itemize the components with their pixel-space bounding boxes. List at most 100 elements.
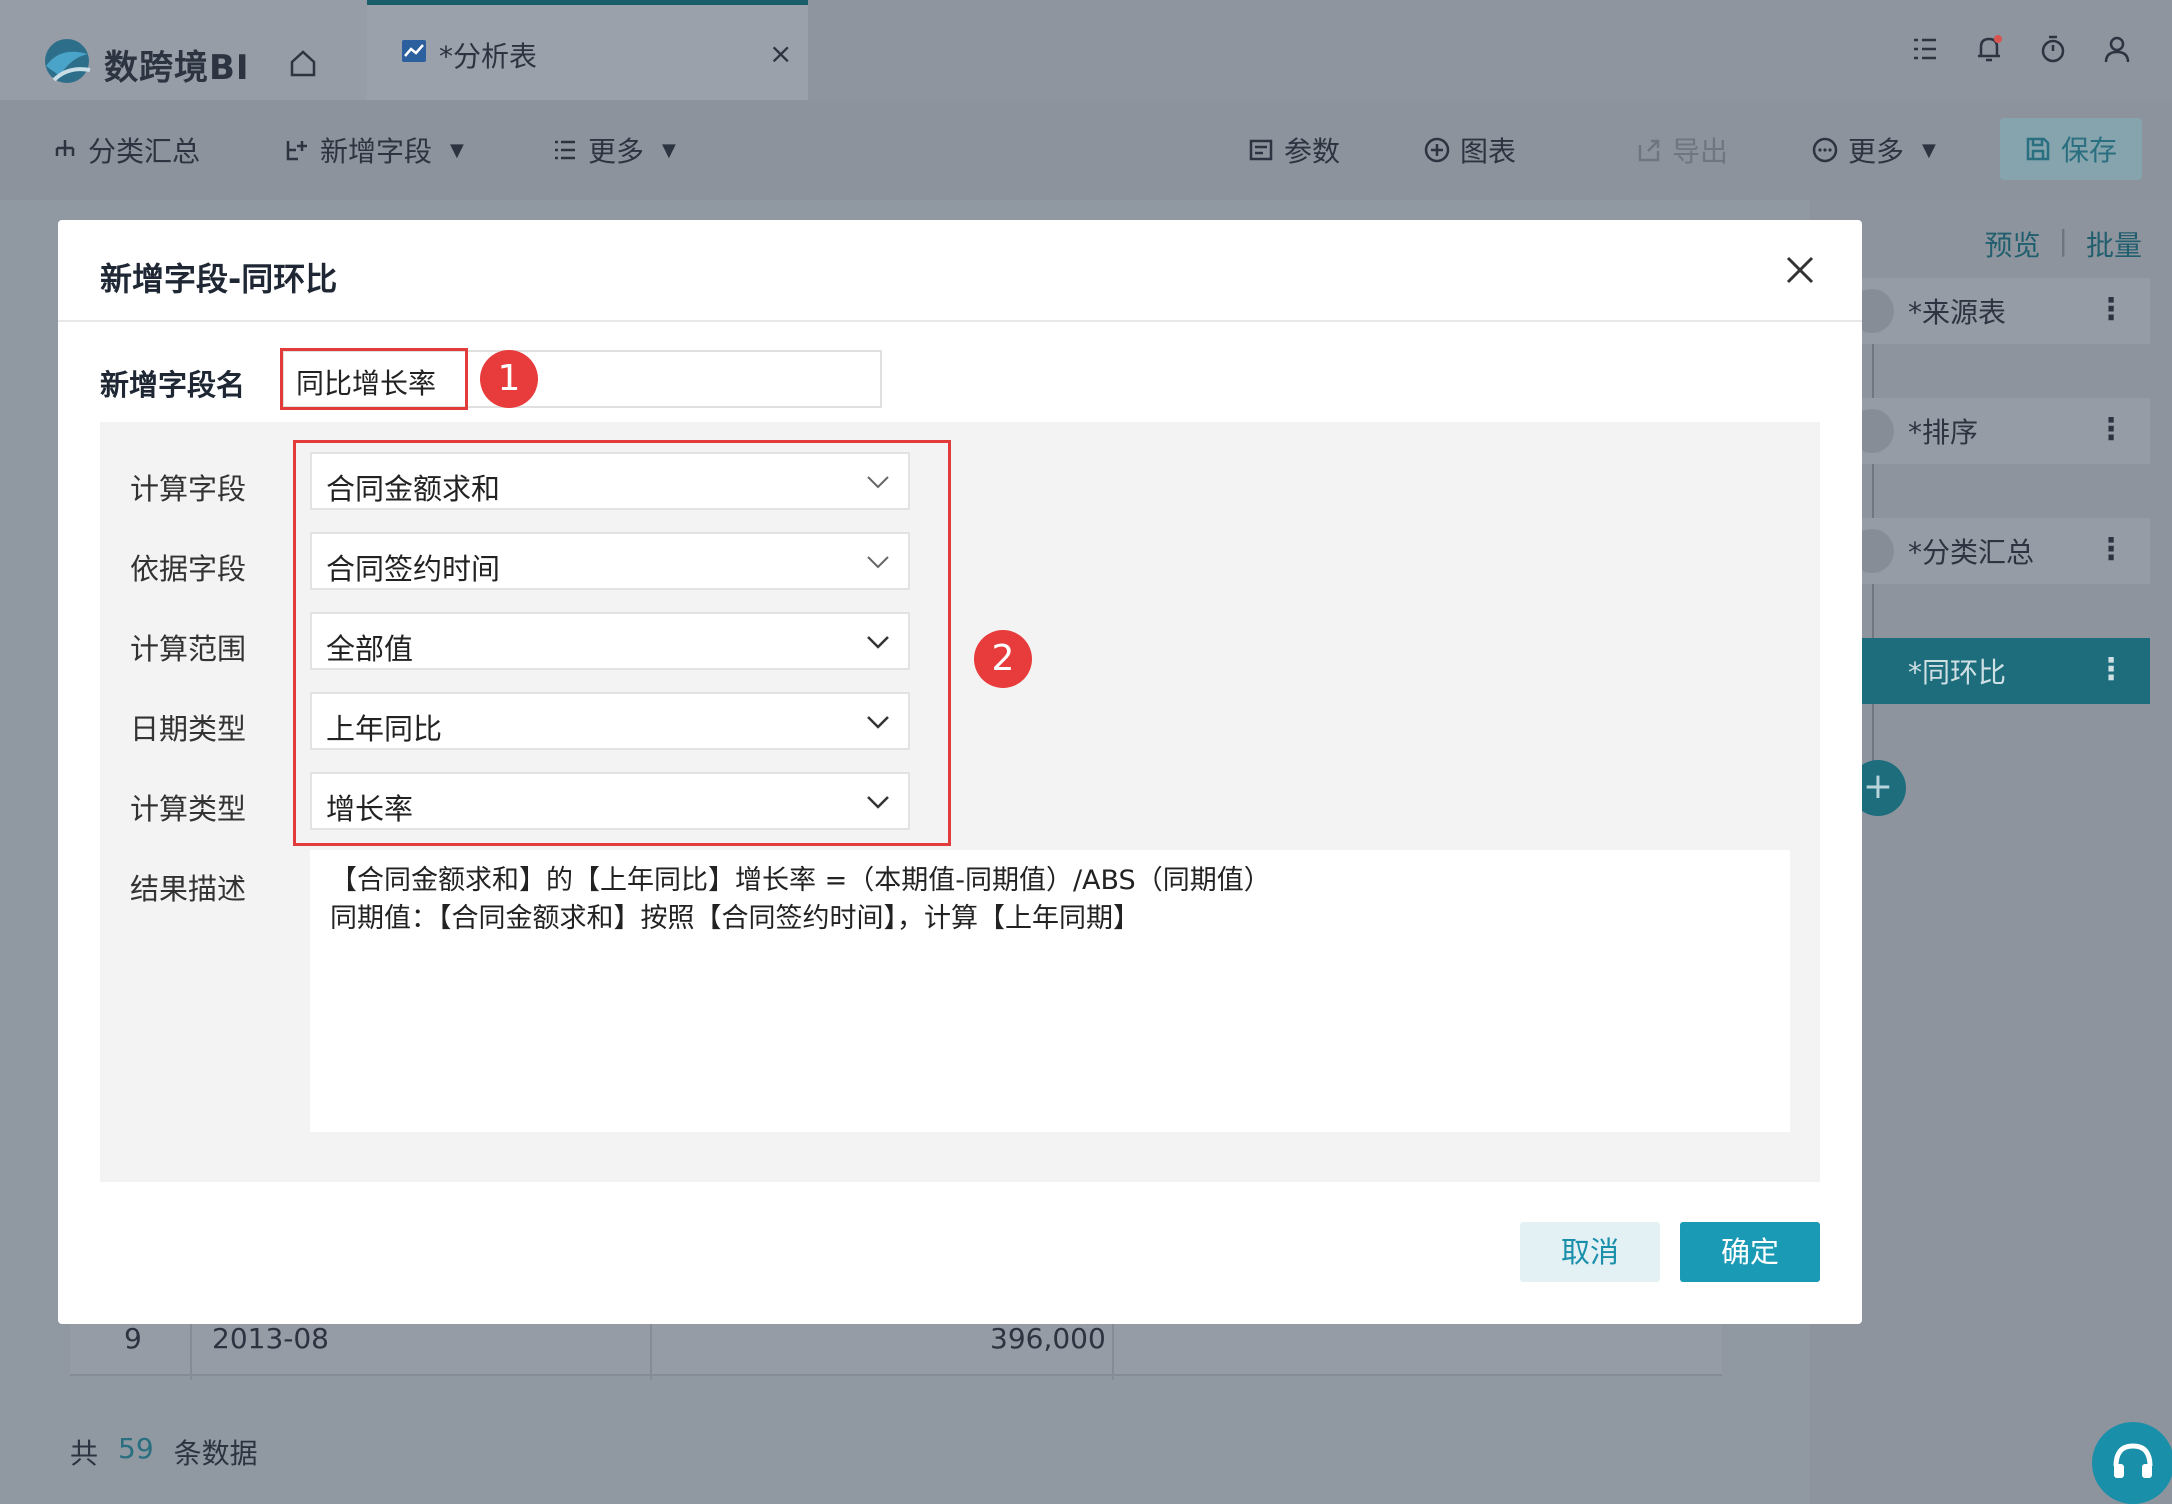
hierarchy-icon [55, 140, 75, 156]
count-suffix: 条数据 [173, 1437, 258, 1470]
flow-node-label: *来源表 [1908, 296, 2007, 329]
row-index: 9 [124, 1322, 142, 1355]
record-count: 共 59 条数据 [70, 1432, 258, 1472]
param-button[interactable]: 参数 [1248, 128, 1340, 172]
home-icon[interactable] [288, 48, 318, 78]
kebab-menu-icon[interactable]: ⋮ [2096, 412, 2126, 447]
date-type-label: 日期类型 [130, 712, 247, 746]
calc-field-label: 计算字段 [130, 472, 247, 506]
calc-range-label: 计算范围 [130, 632, 247, 666]
field-name-label: 新增字段名 [100, 368, 246, 402]
description-line: 【合同金额求和】的【上年同比】增长率 =（本期值-同期值）/ABS（同期值） [330, 865, 1271, 896]
date-type-select[interactable]: 上年同比 [310, 692, 910, 750]
chart-tab-icon [402, 40, 426, 62]
dialog-header: 新增字段-同环比 [58, 220, 1862, 322]
row-value: 396,000 [990, 1322, 1106, 1355]
user-icon[interactable] [2102, 34, 2132, 64]
export-label: 导出 [1672, 135, 1729, 168]
task-list-icon[interactable] [1910, 34, 1940, 64]
select-value: 合同金额求和 [326, 472, 501, 506]
kebab-menu-icon[interactable]: ⋮ [2096, 292, 2126, 327]
save-icon [2026, 137, 2050, 161]
chart-label: 图表 [1460, 135, 1517, 168]
chevron-down-icon [867, 716, 889, 729]
dialog-title: 新增字段-同环比 [100, 260, 338, 298]
caret-down-icon: ▼ [1922, 139, 1936, 161]
config-panel: 2 计算字段 合同金额求和 依据字段 合同签约时间 计算范围 全部值 日期类型 … [100, 422, 1820, 1182]
flow-node-label: *同环比 [1908, 656, 2007, 689]
chevron-down-icon [867, 556, 889, 569]
chevron-down-icon [867, 476, 889, 489]
basis-field-label: 依据字段 [130, 552, 247, 586]
result-desc-label: 结果描述 [130, 872, 247, 906]
calc-field-select[interactable]: 合同金额求和 [310, 452, 910, 510]
calc-type-select[interactable]: 增长率 [310, 772, 910, 830]
list-icon [555, 140, 575, 160]
cancel-button[interactable]: 取消 [1520, 1222, 1660, 1282]
calc-type-label: 计算类型 [130, 792, 247, 826]
select-value: 上年同比 [326, 712, 443, 746]
more-left-button[interactable]: 更多 ▼ [552, 128, 676, 172]
logo-area: 数跨境BI [0, 0, 367, 100]
logo-text: 数跨境BI [104, 48, 250, 88]
tab-close-icon[interactable]: × [769, 37, 792, 70]
flow-node-summary[interactable]: *分类汇总 ⋮ [1850, 518, 2150, 584]
add-field-dialog: 新增字段-同环比 新增字段名 同比增长率 1 2 计算字段 合同金额求和 依据字… [58, 220, 1862, 1324]
tab-analysis-table[interactable]: *分析表 × [367, 0, 808, 100]
annotation-badge-2: 2 [974, 630, 1032, 688]
kebab-menu-icon[interactable]: ⋮ [2096, 532, 2126, 567]
confirm-button[interactable]: 确定 [1680, 1222, 1820, 1282]
annotation-badge-1: 1 [480, 350, 538, 408]
calc-range-select[interactable]: 全部值 [310, 612, 910, 670]
select-value: 增长率 [326, 792, 414, 826]
bell-icon[interactable] [1974, 34, 2004, 64]
batch-link[interactable]: 批量 [2086, 224, 2142, 264]
flow-node-sort[interactable]: *排序 ⋮ [1850, 398, 2150, 464]
toolbar: 分类汇总 新增字段 ▼ 更多 ▼ 参数 图表 导出 更多 ▼ 保存 [0, 100, 2172, 200]
result-description: 【合同金额求和】的【上年同比】增长率 =（本期值-同期值）/ABS（同期值） 同… [310, 850, 1790, 1132]
kebab-menu-icon[interactable]: ⋮ [2096, 652, 2126, 687]
basis-field-select[interactable]: 合同签约时间 [310, 532, 910, 590]
more-right-button[interactable]: 更多 ▼ [1812, 128, 1936, 172]
add-field-label: 新增字段 [320, 135, 433, 168]
export-icon [1638, 139, 1660, 162]
top-bar: 数跨境BI *分析表 × [0, 0, 2172, 100]
save-label: 保存 [2060, 134, 2117, 167]
add-field-icon [286, 141, 307, 161]
flow-node-label: *排序 [1908, 416, 1979, 449]
select-value: 全部值 [326, 632, 414, 666]
summary-button[interactable]: 分类汇总 [52, 128, 200, 172]
flow-node-source[interactable]: *来源表 ⋮ [1850, 278, 2150, 344]
count-value: 59 [118, 1432, 154, 1465]
count-prefix: 共 [70, 1437, 99, 1470]
caret-down-icon: ▼ [450, 139, 464, 161]
link-separator: | [2058, 224, 2068, 257]
headset-icon [2113, 1443, 2153, 1478]
preview-link[interactable]: 预览 [1985, 224, 2041, 264]
chart-button[interactable]: 图表 [1424, 128, 1516, 172]
more-right-label: 更多 [1848, 135, 1905, 168]
caret-down-icon: ▼ [662, 139, 676, 161]
logo-icon [45, 39, 91, 83]
close-icon[interactable] [1780, 250, 1820, 290]
timer-icon[interactable] [2038, 34, 2068, 64]
chevron-down-icon [867, 796, 889, 809]
chevron-down-icon [867, 636, 889, 649]
description-line: 同期值：【合同金额求和】按照【合同签约时间】，计算【上年同期】 [330, 903, 1140, 934]
param-icon [1249, 139, 1273, 161]
tab-title: *分析表 [439, 40, 538, 73]
more-left-label: 更多 [588, 135, 645, 168]
flow-node-yoy[interactable]: *同环比 ⋮ [1850, 638, 2150, 704]
flow-panel: 预览 | 批量 *来源表 ⋮ *排序 ⋮ *分类汇总 ⋮ *同环比 ⋮ + [1810, 200, 2172, 1504]
chat-support-button[interactable] [2092, 1422, 2172, 1504]
annotation-box-1 [280, 348, 468, 410]
save-button[interactable]: 保存 [2000, 118, 2142, 180]
param-label: 参数 [1284, 135, 1341, 168]
flow-node-label: *分类汇总 [1908, 536, 2035, 569]
summary-label: 分类汇总 [88, 135, 201, 168]
top-right-icons [1910, 34, 2132, 64]
add-field-button[interactable]: 新增字段 ▼ [284, 128, 464, 172]
select-value: 合同签约时间 [326, 552, 501, 586]
more-circle-icon [1812, 137, 1838, 163]
export-button[interactable]: 导出 [1636, 128, 1728, 172]
